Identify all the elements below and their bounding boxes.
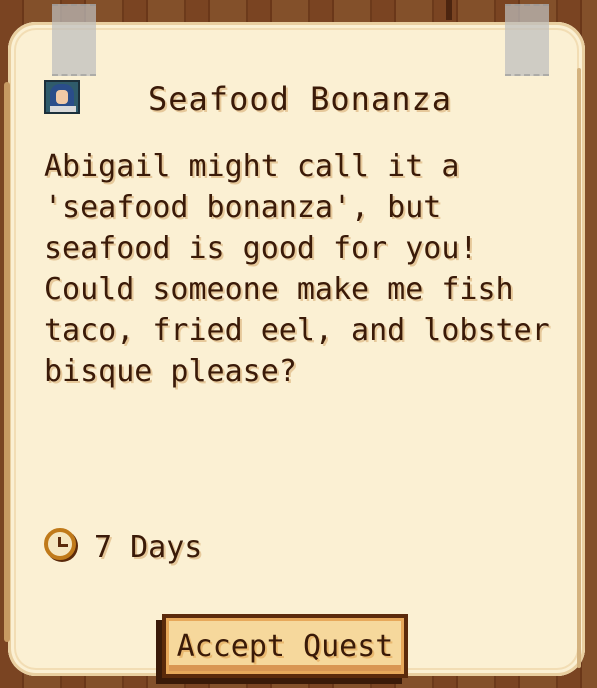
paper-edge — [577, 68, 581, 668]
clock-icon — [44, 528, 76, 560]
accept-quest-button[interactable]: Accept Quest — [162, 614, 408, 678]
tape-strip-right — [505, 4, 549, 76]
quest-title: Seafood Bonanza — [148, 80, 452, 118]
board-seam — [446, 0, 452, 20]
quest-description: Abigail might call it a 'seafood bonanza… — [44, 149, 550, 389]
villager-portrait-icon — [44, 80, 80, 114]
quest-days-remaining: 7 Days — [94, 530, 203, 565]
tape-strip-left — [52, 4, 96, 76]
